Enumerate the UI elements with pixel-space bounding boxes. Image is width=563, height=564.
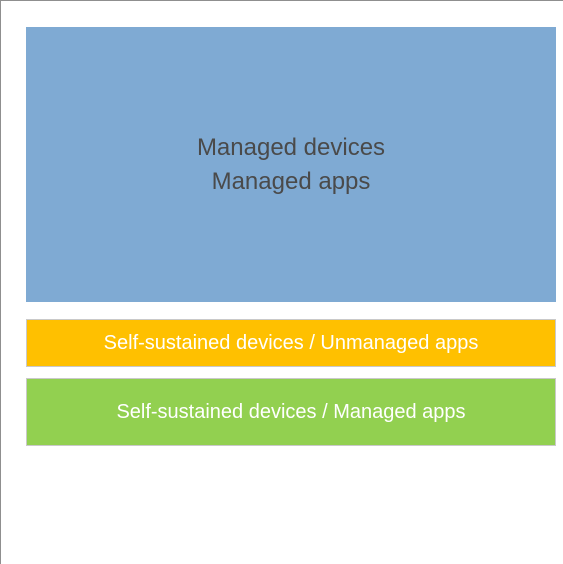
managed-devices-block: Managed devices Managed apps	[26, 27, 556, 302]
frame-left-border	[0, 0, 1, 564]
frame-top-border	[0, 0, 563, 1]
self-sustained-unmanaged-apps-label: Self-sustained devices / Unmanaged apps	[103, 331, 479, 354]
managed-apps-label: Managed apps	[211, 167, 371, 195]
self-sustained-managed-apps-block: Self-sustained devices / Managed apps	[26, 378, 556, 446]
self-sustained-unmanaged-apps-block: Self-sustained devices / Unmanaged apps	[26, 319, 556, 367]
managed-devices-label: Managed devices	[196, 133, 386, 161]
diagram-canvas: Managed devices Managed apps Self-sustai…	[0, 0, 563, 564]
self-sustained-managed-apps-label: Self-sustained devices / Managed apps	[116, 400, 466, 423]
